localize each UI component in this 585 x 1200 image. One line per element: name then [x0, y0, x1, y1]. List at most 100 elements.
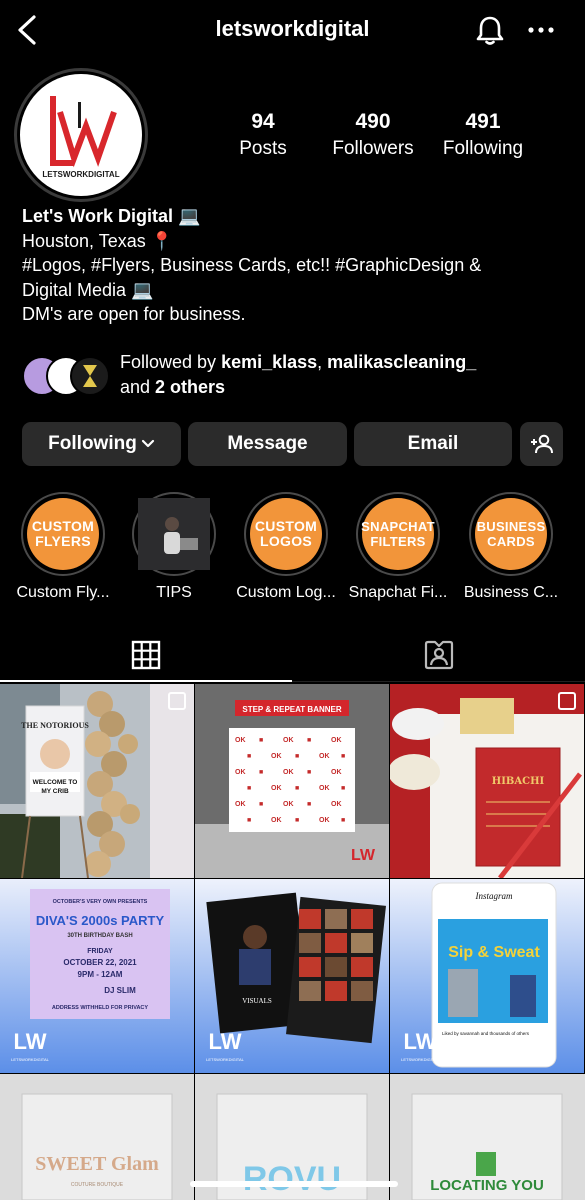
svg-text:■: ■ [341, 753, 345, 760]
svg-text:HIBACHI: HIBACHI [492, 776, 545, 787]
svg-text:LETSWORKDIGITAL: LETSWORKDIGITAL [42, 170, 119, 179]
post-tile-2[interactable]: STEP & REPEAT BANNER OK ■ OK ■ OK ■ OK ■ OK ■ OK… [195, 684, 389, 878]
svg-text:OK: OK [331, 801, 342, 808]
svg-text:LETSWORKDIGITAL: LETSWORKDIGITAL [206, 1057, 244, 1062]
svg-text:ROVU: ROVU [243, 1160, 341, 1198]
following-stat[interactable]: 491 Following [438, 110, 528, 160]
svg-text:LOCATING YOU: LOCATING YOU [430, 1177, 544, 1194]
home-indicator[interactable] [190, 1181, 398, 1187]
following-button[interactable]: Following [22, 422, 181, 466]
svg-text:WELCOME TO: WELCOME TO [33, 779, 78, 786]
message-button[interactable]: Message [188, 422, 347, 466]
highlight-label: Snapchat Fi... [348, 584, 448, 601]
highlight-cover-photo [138, 498, 210, 570]
suggest-people-button[interactable] [520, 422, 563, 466]
svg-text:LW: LW [14, 1029, 47, 1054]
posts-stat[interactable]: 94 Posts [231, 110, 295, 160]
more-options-button[interactable] [526, 22, 556, 38]
svg-text:■: ■ [307, 769, 311, 776]
highlight-label: TIPS [156, 584, 192, 601]
profile-avatar[interactable]: LETSWORKDIGITAL [20, 74, 142, 196]
add-person-icon [530, 434, 553, 454]
svg-text:OCTOBER'S VERY OWN PRESENTS: OCTOBER'S VERY OWN PRESENTS [53, 899, 148, 905]
following-label: Following [442, 138, 524, 159]
profile-display-name: Let's Work Digital 💻 [22, 206, 201, 226]
svg-text:■: ■ [259, 737, 263, 744]
top-bar: letsworkdigital [0, 0, 585, 62]
others-link[interactable]: 2 others [155, 377, 225, 397]
profile-bio: Let's Work Digital 💻 Houston, Texas 📍 #L… [22, 204, 562, 327]
followers-label: Followers [332, 138, 414, 159]
highlight-cover: CUSTOM LOGOS [250, 498, 322, 570]
follower-link-1[interactable]: kemi_klass [221, 352, 317, 372]
svg-text:■: ■ [247, 753, 251, 760]
post-tile-5[interactable]: VISUALS LW LETSWORKDIGITAL [195, 879, 389, 1073]
svg-text:Instagram: Instagram [474, 891, 513, 901]
tab-posts-grid[interactable] [131, 640, 161, 675]
highlight-label: Custom Log... [236, 584, 336, 601]
svg-text:ADDRESS WITHHELD FOR PRIVACY: ADDRESS WITHHELD FOR PRIVACY [52, 1005, 148, 1011]
svg-text:OK: OK [235, 737, 246, 744]
svg-text:OCTOBER 22, 2021: OCTOBER 22, 2021 [63, 958, 137, 967]
bio-line-location: Houston, Texas 📍 [22, 230, 174, 251]
post-tile-1[interactable]: THE NOTORIOUS WELCOME TO MY CRIB [0, 684, 194, 878]
posts-count: 94 [251, 110, 275, 133]
svg-text:LW: LW [404, 1029, 437, 1054]
svg-text:Liked by savannah and thousand: Liked by savannah and thousands of other… [442, 1031, 530, 1036]
highlight-cover: CUSTOM FLYERS [27, 498, 99, 570]
followed-by[interactable]: Followed by kemi_klass, malikascleaning_… [22, 350, 562, 397]
svg-text:OK: OK [319, 753, 330, 760]
post-tile-3[interactable]: HIBACHI [390, 684, 584, 878]
svg-text:■: ■ [247, 817, 251, 824]
highlight-cover: BUSINESS CARDS [475, 498, 547, 570]
post-tile-6[interactable]: Instagram Sip & Sweat Liked by savannah … [390, 879, 584, 1073]
followers-stat[interactable]: 490 Followers [328, 110, 418, 160]
svg-text:30TH BIRTHDAY BASH: 30TH BIRTHDAY BASH [67, 933, 132, 939]
highlight-label: Business C... [463, 584, 559, 601]
post-tile-4[interactable]: OCTOBER'S VERY OWN PRESENTS DIVA'S 2000s… [0, 879, 194, 1073]
svg-text:■: ■ [295, 753, 299, 760]
svg-text:OK: OK [283, 737, 294, 744]
svg-text:DIVA'S 2000s PARTY: DIVA'S 2000s PARTY [36, 913, 165, 928]
carousel-icon [558, 692, 576, 710]
carousel-icon [168, 692, 186, 710]
more-horizontal-icon [528, 27, 554, 33]
svg-text:OK: OK [235, 769, 246, 776]
bio-line-dm: DM's are open for business. [22, 304, 246, 324]
svg-text:■: ■ [307, 801, 311, 808]
svg-text:MY CRIB: MY CRIB [41, 788, 69, 795]
svg-text:■: ■ [341, 817, 345, 824]
tab-tagged[interactable] [423, 639, 455, 676]
svg-text:OK: OK [331, 737, 342, 744]
svg-text:■: ■ [259, 769, 263, 776]
svg-text:■: ■ [341, 785, 345, 792]
posts-label: Posts [239, 138, 287, 159]
profile-tabs [0, 630, 585, 682]
svg-text:■: ■ [295, 785, 299, 792]
svg-text:9PM - 12AM: 9PM - 12AM [78, 970, 123, 979]
grid-icon [131, 640, 161, 670]
chevron-down-icon [141, 439, 154, 448]
svg-text:VISUALS: VISUALS [242, 997, 272, 1005]
follower-link-2[interactable]: malikascleaning_ [327, 352, 476, 372]
svg-text:■: ■ [247, 785, 251, 792]
svg-text:LETSWORKDIGITAL: LETSWORKDIGITAL [401, 1057, 439, 1062]
letsworkdigital-logo: LETSWORKDIGITAL [42, 96, 120, 179]
svg-text:DJ SLIM: DJ SLIM [104, 986, 136, 995]
post-tile-9[interactable]: LOCATING YOU [390, 1074, 585, 1200]
bell-icon [476, 16, 504, 45]
svg-text:■: ■ [295, 817, 299, 824]
svg-text:OK: OK [319, 785, 330, 792]
email-button[interactable]: Email [354, 422, 512, 466]
svg-text:OK: OK [271, 817, 282, 824]
followers-count: 490 [355, 110, 391, 133]
post-tile-7[interactable]: SWEET Glam COUTURE BOUTIQUE [0, 1074, 194, 1200]
svg-text:LETSWORKDIGITAL: LETSWORKDIGITAL [11, 1057, 49, 1062]
follower-avatar-3 [70, 356, 110, 396]
svg-text:LW: LW [351, 847, 376, 864]
active-tab-indicator [0, 680, 292, 682]
bio-line-media: Digital Media 💻 [22, 279, 154, 300]
notifications-button[interactable] [474, 14, 506, 46]
following-count: 491 [465, 110, 501, 133]
svg-text:OK: OK [271, 753, 282, 760]
